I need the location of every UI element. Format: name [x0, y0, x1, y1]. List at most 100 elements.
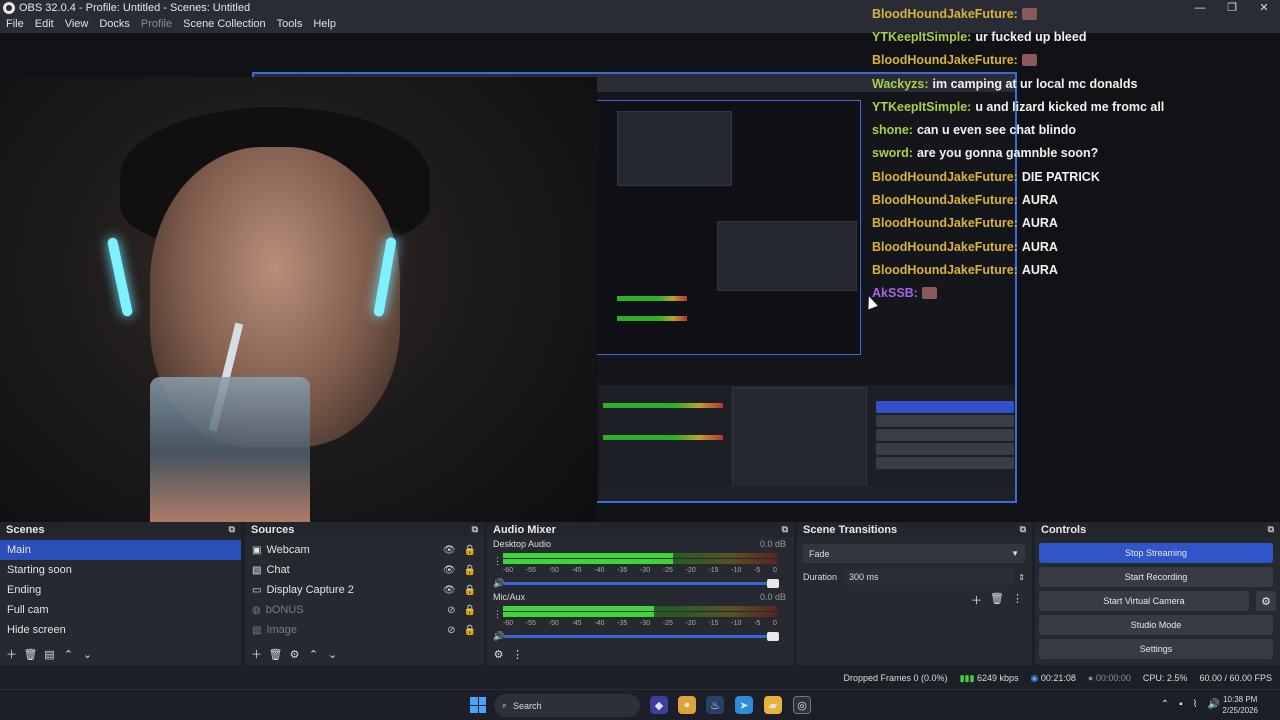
mixer-menu-icon[interactable]: ⋮ — [510, 647, 525, 661]
menu-edit[interactable]: Edit — [35, 18, 54, 30]
source-item-image[interactable]: ▧ Image ⊘ 🔒 — [245, 620, 484, 640]
remove-transition-icon[interactable]: 🗑 — [990, 592, 1004, 608]
source-item-controls: ⊘ 🔒 — [447, 605, 476, 616]
source-item-webcam[interactable]: ▣ Webcam 👁 🔒 — [245, 540, 484, 560]
lock-icon[interactable]: 🔒 — [464, 545, 476, 556]
app-icon-1[interactable]: ◆ — [650, 696, 668, 714]
eye-icon[interactable]: 👁 — [443, 545, 456, 556]
duration-row: Duration 300 ms ⇕ — [803, 569, 1025, 585]
meter-tick-label: -35 — [617, 567, 628, 574]
meter-tick-label: -35 — [617, 620, 628, 627]
source-item-controls: ⊘ 🔒 — [447, 625, 476, 636]
move-down-icon[interactable]: ⌄ — [325, 647, 340, 661]
app-icon-2[interactable]: ● — [678, 696, 696, 714]
remove-source-icon[interactable]: 🗑 — [268, 647, 283, 661]
tray-app-icon[interactable]: ▪ — [1179, 699, 1183, 710]
source-item-controls: 👁 🔒 — [443, 545, 476, 556]
stepper-icon[interactable]: ⇕ — [1018, 573, 1025, 582]
fps: 60.00 / 60.00 FPS — [1199, 673, 1272, 683]
add-transition-icon[interactable]: ＋ — [971, 592, 982, 608]
channel-db: 0.0 dB — [759, 539, 786, 549]
record-icon: ● — [1087, 673, 1094, 683]
eye-hidden-icon[interactable]: ⊘ — [447, 605, 455, 616]
undock-icon[interactable]: ⧉ — [229, 524, 235, 535]
undock-icon[interactable]: ⧉ — [782, 524, 788, 535]
scenes-dock: Scenes ⧉ Main Starting soon Ending Full c… — [0, 522, 241, 665]
duration-label: Duration — [803, 572, 838, 582]
lock-icon[interactable]: 🔒 — [464, 625, 476, 636]
taskbar-clock[interactable]: 10:38 PM 2/25/2026 — [1222, 694, 1258, 716]
menu-docks[interactable]: Docks — [99, 18, 130, 30]
source-item-chat[interactable]: ▧ Chat 👁 🔒 — [245, 560, 484, 580]
meter-tick-label: -15 — [708, 567, 719, 574]
settings-button[interactable]: Settings — [1039, 639, 1273, 659]
transition-menu-icon[interactable]: ⋮ — [1012, 592, 1023, 608]
menu-view[interactable]: View — [65, 18, 89, 30]
move-up-icon[interactable]: ⌃ — [61, 647, 76, 661]
move-down-icon[interactable]: ⌄ — [80, 647, 95, 661]
stop-streaming-button[interactable]: Stop Streaming — [1039, 543, 1273, 563]
chat-message: YTKeepItSimple: u and lizard kicked me fr… — [872, 95, 1272, 118]
undock-icon[interactable]: ⧉ — [472, 524, 478, 535]
source-item-bonus[interactable]: ◍ bONUS ⊘ 🔒 — [245, 600, 484, 620]
eye-hidden-icon[interactable]: ⊘ — [447, 625, 455, 636]
chat-text: ur fucked up bleed — [975, 29, 1087, 44]
channel-menu-icon[interactable]: ⋮ — [493, 556, 502, 567]
volume-meter — [503, 553, 777, 558]
scene-item-main[interactable]: Main — [0, 540, 241, 560]
menu-tools[interactable]: Tools — [277, 18, 303, 30]
globe-icon: ◍ — [252, 604, 261, 616]
source-item-display-capture[interactable]: ▭ Display Capture 2 👁 🔒 — [245, 580, 484, 600]
obs-logo-icon — [3, 1, 15, 14]
taskbar-search[interactable]: ⌕ Search — [494, 694, 640, 717]
audio-mixer-dock: Audio Mixer ⧉ Desktop Audio 0.0 dB ⋮ -60 -… — [487, 522, 794, 665]
transitions-title: Scene Transitions — [803, 523, 898, 536]
telegram-icon[interactable]: ➤ — [735, 696, 753, 714]
obs-taskbar-icon[interactable]: ◎ — [793, 696, 811, 714]
eye-icon[interactable]: 👁 — [443, 565, 456, 576]
captured-meter — [603, 435, 723, 440]
file-explorer-icon[interactable]: ▰ — [764, 696, 782, 714]
move-up-icon[interactable]: ⌃ — [306, 647, 321, 661]
add-scene-icon[interactable]: ＋ — [4, 647, 19, 661]
slider-knob[interactable] — [767, 632, 779, 641]
undock-icon[interactable]: ⧉ — [1268, 524, 1274, 535]
studio-mode-button[interactable]: Studio Mode — [1039, 615, 1273, 635]
chevron-up-icon[interactable]: ⌃ — [1161, 699, 1169, 710]
bitrate-value: 6249 kbps — [976, 672, 1019, 683]
scene-item-ending[interactable]: Ending — [0, 580, 241, 600]
chat-username: YTKeepItSimple: — [872, 99, 972, 114]
start-recording-button[interactable]: Start Recording — [1039, 567, 1273, 587]
menu-scene-collection[interactable]: Scene Collection — [183, 18, 266, 30]
steam-icon[interactable]: ♨ — [706, 696, 724, 714]
menu-help[interactable]: Help — [313, 18, 336, 30]
transition-select[interactable]: Fade ▼ — [803, 544, 1025, 563]
undock-icon[interactable]: ⧉ — [1020, 524, 1026, 535]
network-icon[interactable]: ⌇ — [1193, 699, 1198, 710]
lock-icon[interactable]: 🔒 — [464, 565, 476, 576]
slider-knob[interactable] — [767, 579, 779, 588]
lock-icon[interactable]: 🔒 — [464, 605, 476, 616]
volume-slider[interactable] — [503, 579, 779, 588]
lock-icon[interactable]: 🔒 — [464, 585, 476, 596]
remove-scene-icon[interactable]: 🗑 — [23, 647, 38, 661]
start-button-icon[interactable] — [470, 697, 486, 713]
scene-item-full-cam[interactable]: Full cam — [0, 600, 241, 620]
start-virtual-camera-button[interactable]: Start Virtual Camera — [1039, 591, 1249, 611]
scene-item-starting-soon[interactable]: Starting soon — [0, 560, 241, 580]
eye-icon[interactable]: 👁 — [443, 585, 456, 596]
chat-username: BloodHoundJakeFuture: — [872, 53, 1018, 68]
scene-item-hide-screen[interactable]: Hide screen — [0, 620, 241, 640]
menu-file[interactable]: File — [6, 18, 24, 30]
menu-profile[interactable]: Profile — [141, 18, 172, 30]
virtual-camera-settings-icon[interactable]: ⚙ — [1256, 591, 1276, 611]
chat-message: BloodHoundJakeFuture: AURA — [872, 258, 1272, 281]
channel-menu-icon[interactable]: ⋮ — [493, 609, 502, 620]
volume-icon[interactable]: 🔊 — [1208, 699, 1220, 710]
add-source-icon[interactable]: ＋ — [249, 647, 264, 661]
scene-filters-icon[interactable]: ▤ — [42, 647, 57, 661]
duration-input[interactable]: 300 ms — [845, 569, 1015, 585]
volume-slider[interactable] — [503, 632, 779, 641]
advanced-audio-icon[interactable]: ⚙ — [491, 647, 506, 661]
source-properties-icon[interactable]: ⚙ — [287, 647, 302, 661]
